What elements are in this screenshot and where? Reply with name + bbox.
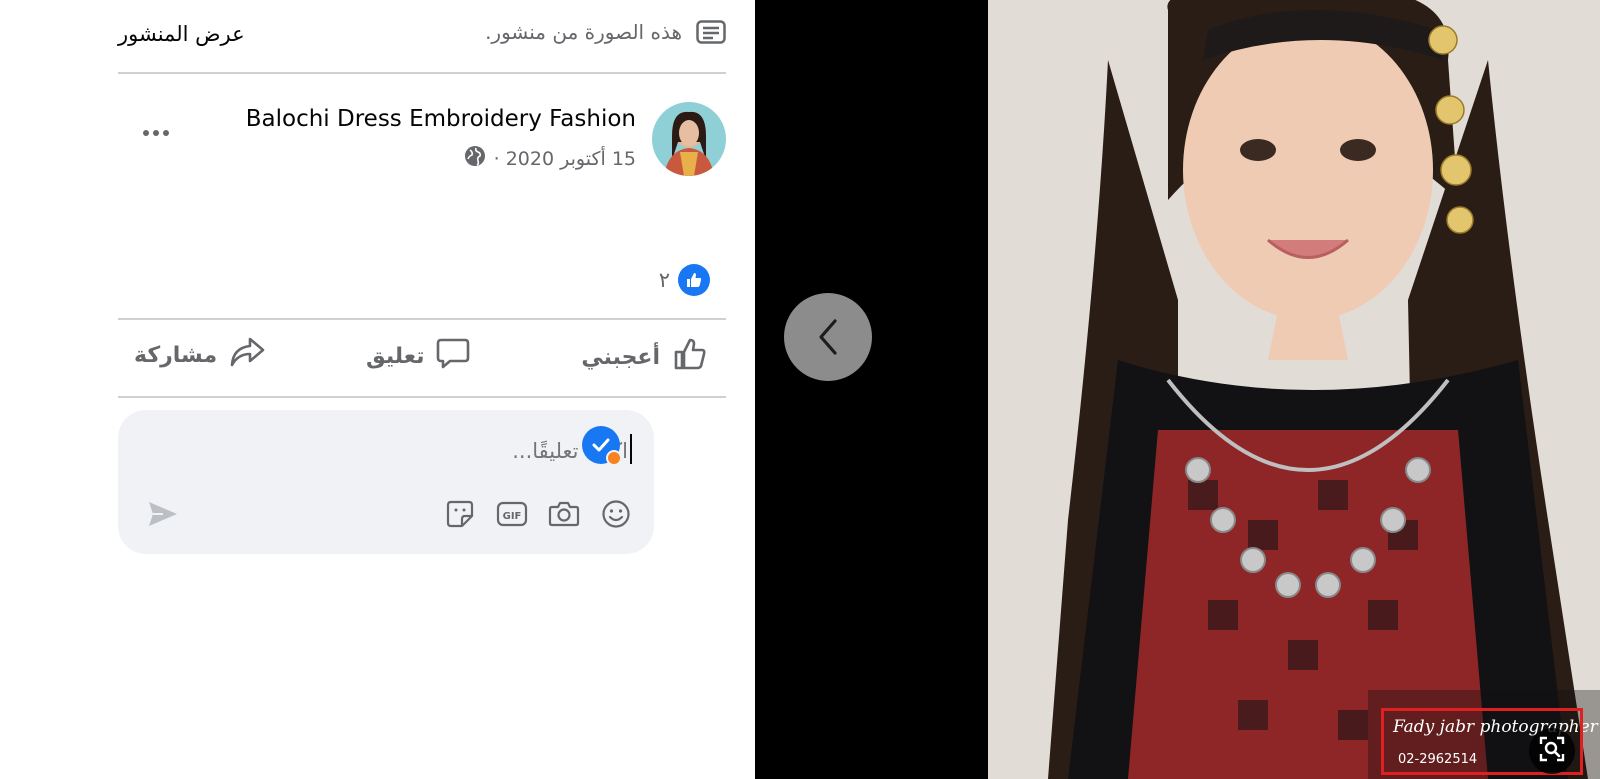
share-arrow-icon <box>229 336 265 374</box>
post-source-note: هذه الصورة من منشور. <box>485 20 726 44</box>
post-note-text: هذه الصورة من منشور. <box>485 20 682 44</box>
dot-icon <box>153 130 159 136</box>
like-reaction-icon <box>678 264 710 296</box>
post-actions: أعجبني تعليق مشاركة <box>118 318 726 398</box>
post-note-icon <box>696 20 726 44</box>
post-panel: عرض المنشور هذه الصورة من منشور. Balochi… <box>0 0 740 779</box>
dot-icon <box>143 130 149 136</box>
post-meta: 15 أكتوبر 2020 · <box>464 145 636 172</box>
previous-photo-button[interactable] <box>784 293 872 381</box>
reactions-summary[interactable]: ٢ <box>659 264 710 296</box>
author-row: Balochi Dress Embroidery Fashion 15 أكتو… <box>118 100 726 180</box>
comment-button[interactable]: تعليق <box>366 336 470 376</box>
camera-icon[interactable] <box>548 498 580 530</box>
visual-search-button[interactable] <box>1529 728 1575 774</box>
like-button[interactable]: أعجبني <box>581 336 708 378</box>
send-icon[interactable] <box>146 498 180 530</box>
text-caret <box>630 434 632 464</box>
sticker-icon[interactable] <box>444 498 476 530</box>
post-photo[interactable] <box>988 0 1600 779</box>
lens-search-icon <box>1538 735 1566 767</box>
more-options-button[interactable] <box>136 120 176 146</box>
share-button[interactable]: مشاركة <box>134 336 265 374</box>
comment-label: تعليق <box>366 343 425 369</box>
comment-composer: GIF <box>118 410 654 554</box>
photo-viewer <box>755 0 1600 779</box>
share-label: مشاركة <box>134 342 218 368</box>
comment-input[interactable] <box>226 432 630 470</box>
comment-bubble-icon <box>436 336 470 376</box>
view-post-link[interactable]: عرض المنشور <box>118 22 245 46</box>
reaction-count: ٢ <box>658 268 670 292</box>
gif-icon[interactable]: GIF <box>496 498 528 530</box>
globe-icon <box>464 145 486 172</box>
post-date[interactable]: 15 أكتوبر 2020 · <box>494 148 636 170</box>
like-label: أعجبني <box>581 344 660 370</box>
status-dot <box>606 450 622 466</box>
composer-tools: GIF <box>444 498 632 530</box>
emoji-icon[interactable] <box>600 498 632 530</box>
author-name[interactable]: Balochi Dress Embroidery Fashion <box>246 106 636 132</box>
author-avatar[interactable] <box>652 102 726 176</box>
svg-text:GIF: GIF <box>503 511 522 522</box>
thumbs-up-icon <box>672 336 708 378</box>
user-avatar <box>582 426 622 466</box>
dot-icon <box>163 130 169 136</box>
post-header: عرض المنشور هذه الصورة من منشور. <box>118 0 726 74</box>
